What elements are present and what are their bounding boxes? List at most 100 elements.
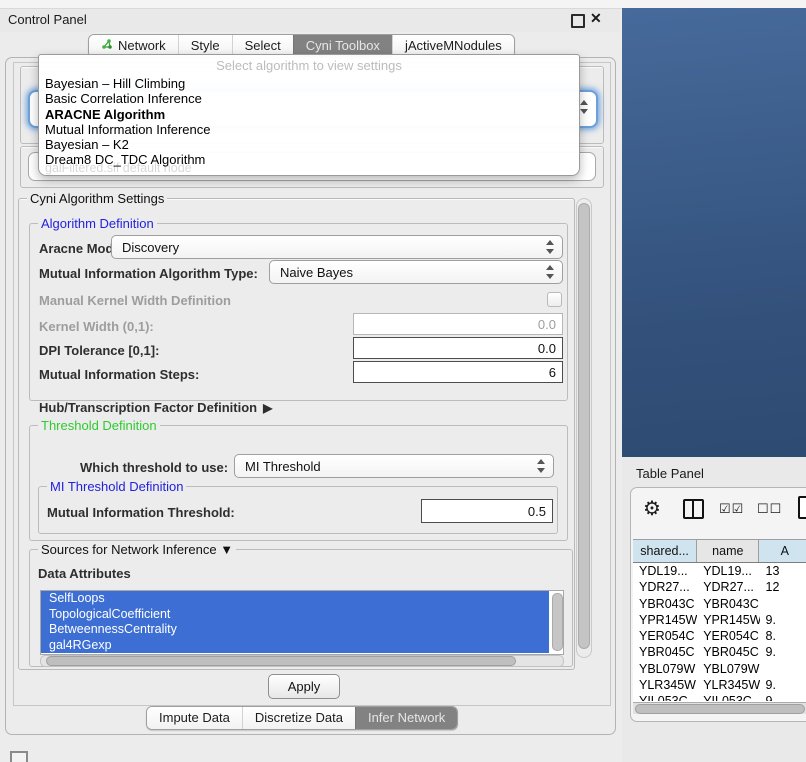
scrollbar-thumb[interactable] [552,593,563,651]
list-item[interactable]: gal4RGexp [41,638,549,654]
table-row[interactable]: YPR145WYPR145W9. [633,612,806,628]
tab-infer-network[interactable]: Infer Network [355,707,457,729]
panel-title: Control Panel [8,12,87,27]
apply-button[interactable]: Apply [268,674,340,699]
table-horizontal-scrollbar[interactable] [633,702,806,714]
table-panel-section: Table Panel ⚙ ☑☑ ☐☐ shared...nameA YDL19… [622,457,806,762]
table-column-header[interactable]: shared... [633,540,697,562]
scrollbar-thumb[interactable] [46,656,516,666]
threshold-definition-groupbox: Threshold Definition Which threshold to … [29,425,568,541]
table-cell: YDR27... [633,579,697,595]
which-threshold-value: MI Threshold [245,459,321,474]
table-row[interactable]: YBL079WYBL079W [633,661,806,677]
dpi-tolerance-field[interactable]: 0.0 [353,337,563,359]
spinner-icon [537,459,545,473]
data-attributes-label: Data Attributes [38,566,131,581]
tab-impute-data[interactable]: Impute Data [147,707,242,729]
docked-panel-icon[interactable] [10,751,28,762]
list-item[interactable]: SelfLoops [41,591,549,607]
sources-groupbox: Sources for Network Inference ▼ Data Att… [29,549,573,667]
list-vertical-scrollbar[interactable] [552,593,561,650]
algorithm-dropdown-popup: Select algorithm to view settings Bayesi… [38,54,580,176]
dropdown-item[interactable]: Bayesian – K2 [39,137,579,152]
settings-vertical-scrollbar[interactable] [576,198,592,658]
groupbox-title: MI Threshold Definition [47,479,186,494]
table-panel-title: Table Panel [636,466,704,481]
sources-title[interactable]: Sources for Network Inference ▼ [38,542,236,557]
table-cell: 8. [760,628,806,644]
manual-kernel-width-checkbox[interactable] [547,292,562,307]
table-row[interactable]: YIL053CYIL053C9. [633,693,806,701]
aracne-mode-value: Discovery [122,240,179,255]
apply-button-label: Apply [288,679,321,694]
mi-algorithm-type-combobox[interactable]: Naive Bayes [269,260,563,284]
tab-label: Style [191,38,220,53]
dpi-tolerance-value: 0.0 [538,341,556,356]
table-body: YDL19...YDL19...13YDR27...YDR27...12YBR0… [633,563,806,701]
gear-icon[interactable]: ⚙ [643,496,661,521]
table-cell: YIL053C [633,693,697,701]
table-cell: 9. [760,693,806,701]
float-window-icon[interactable] [571,14,585,28]
dropdown-item[interactable]: ARACNE Algorithm [39,107,579,122]
dropdown-item[interactable]: Dream8 DC_TDC Algorithm [39,152,579,167]
table-cell: YBR045C [633,644,697,660]
groupbox-title: Algorithm Definition [38,216,157,231]
list-horizontal-scrollbar[interactable] [40,655,564,667]
app-screen: Control Panel ✕ NetworkStyleSelectCyni T… [0,0,806,762]
show-columns-icon[interactable]: ☑☑ [719,501,744,517]
table-row[interactable]: YER054CYER054C8. [633,628,806,644]
mi-algorithm-type-label: Mutual Information Algorithm Type: [39,266,258,281]
mi-threshold-field[interactable]: 0.5 [421,499,553,523]
aracne-mode-combobox[interactable]: Discovery [111,235,563,259]
mi-threshold-value: 0.5 [528,504,546,519]
dropdown-item[interactable]: Mutual Information Inference [39,122,579,137]
list-item[interactable]: TopologicalCoefficient [41,607,549,623]
tab-label: Infer Network [368,710,445,725]
table-cell: YBR043C [633,596,697,612]
table-column-header[interactable]: A [759,540,806,562]
export-table-icon[interactable] [798,496,806,519]
table-cell: YIL053C [697,693,759,701]
dropdown-item[interactable]: Basic Correlation Inference [39,91,579,106]
spinner-icon [546,240,554,254]
table-cell: YDL19... [633,563,697,579]
tab-discretize-data[interactable]: Discretize Data [242,707,355,729]
table-row[interactable]: YDR27...YDR27...12 [633,579,806,595]
kernel-width-field[interactable]: 0.0 [353,313,563,335]
data-attributes-list[interactable]: SelfLoopsTopologicalCoefficientBetweenne… [40,590,564,655]
control-panel-titlebar: Control Panel ✕ [0,9,620,32]
split-columns-icon[interactable] [683,499,704,519]
close-icon[interactable]: ✕ [590,10,602,27]
kernel-width-value: 0.0 [538,317,556,332]
manual-kernel-width-label: Manual Kernel Width Definition [39,293,231,308]
tab-label: jActiveMNodules [405,38,502,53]
dropdown-item[interactable]: Bayesian – Hill Climbing [39,76,579,91]
table-row[interactable]: YLR345WYLR345W9. [633,677,806,693]
scrollbar-thumb[interactable] [578,203,590,649]
hide-columns-icon[interactable]: ☐☐ [757,501,782,517]
table-header-row: shared...nameA [633,540,806,563]
dpi-tolerance-label: DPI Tolerance [0,1]: [39,343,159,358]
tab-label: Discretize Data [255,710,343,725]
table-column-header[interactable]: name [697,540,759,562]
collapse-arrow-icon: ▼ [220,542,233,557]
mi-steps-field[interactable]: 6 [353,361,563,383]
table-cell: YBR045C [697,644,759,660]
table-cell: YBR043C [697,596,759,612]
scrollbar-thumb[interactable] [635,704,805,714]
table-row[interactable]: YBR045CYBR045C9. [633,644,806,660]
mi-algorithm-type-value: Naive Bayes [280,265,353,280]
hub-definition-expander[interactable]: Hub/Transcription Factor Definition▶ [39,400,272,415]
sources-title-text: Sources for Network Inference [41,542,217,557]
mi-threshold-definition-groupbox: MI Threshold Definition Mutual Informati… [38,486,558,534]
groupbox-title: Cyni Algorithm Settings [27,191,167,206]
which-threshold-combobox[interactable]: MI Threshold [234,454,554,478]
table-row[interactable]: YBR043CYBR043C [633,596,806,612]
list-item[interactable]: BetweennessCentrality [41,622,549,638]
table-row[interactable]: YDL19...YDL19...13 [633,563,806,579]
table-cell: 9. [760,644,806,660]
mi-steps-label: Mutual Information Steps: [39,367,199,382]
table-cell: 12 [760,579,806,595]
node-attribute-table: shared...nameA YDL19...YDL19...13YDR27..… [633,539,806,703]
